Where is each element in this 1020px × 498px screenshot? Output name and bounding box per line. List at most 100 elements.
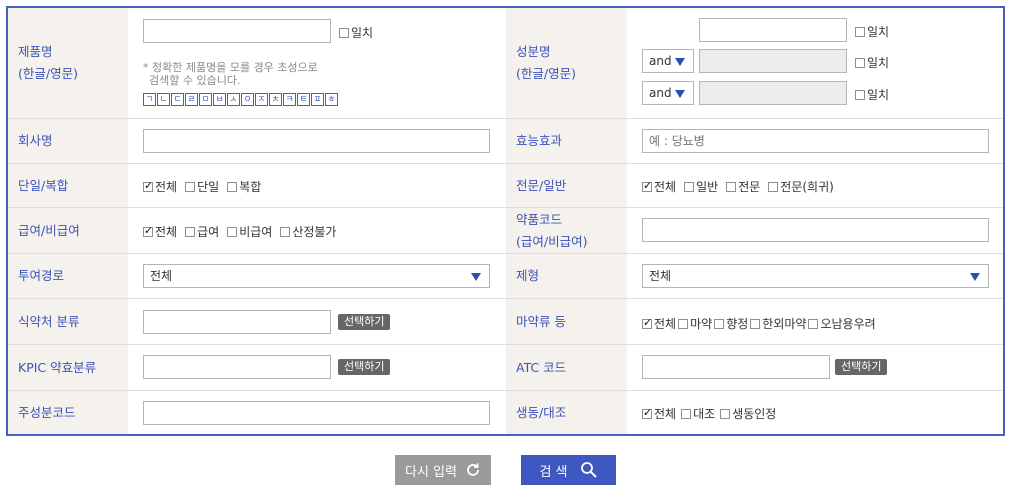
single-combo-opts-checkbox[interactable]: 전체 xyxy=(143,178,177,195)
bioequiv-opts-checkbox[interactable]: 전체 xyxy=(642,405,676,422)
checkbox-label: 향정 xyxy=(726,317,749,331)
narcotic-opts-checkbox[interactable]: 마약 xyxy=(678,315,712,332)
kpic-class-input[interactable] xyxy=(143,355,331,379)
checkbox-icon xyxy=(227,181,238,192)
bioequiv-opts-checkbox[interactable]: 대조 xyxy=(681,405,715,422)
ingredient-operator-select-3[interactable]: and xyxy=(642,81,694,105)
consonant-button[interactable]: ㅍ xyxy=(311,93,324,106)
atc-code-input[interactable] xyxy=(642,355,830,379)
search-label: 검 색 xyxy=(539,464,568,480)
ingredient-input-3[interactable] xyxy=(699,81,847,105)
reset-button[interactable]: 다시 입력 xyxy=(395,455,491,485)
coverage-options: 전체 급여 비급여 산정불가 xyxy=(143,223,344,240)
prof-general-opts-checkbox[interactable]: 전문 xyxy=(726,178,760,195)
ingredient-input-2[interactable] xyxy=(699,49,847,73)
consonant-button[interactable]: ㅋ xyxy=(283,93,296,106)
product-name-input[interactable] xyxy=(143,19,331,43)
narcotic-opts-checkbox[interactable]: 향정 xyxy=(714,315,748,332)
route-select[interactable]: 전체 xyxy=(143,264,490,288)
mfds-class-input[interactable] xyxy=(143,310,331,334)
row-kpic-atc: KPIC 약효분류 선택하기 ATC 코드 선택하기 xyxy=(8,345,1003,391)
checkbox-label: 오남용우려 xyxy=(820,317,876,331)
kpic-pick-button[interactable]: 선택하기 xyxy=(338,359,391,375)
single-combo-opts-checkbox[interactable]: 단일 xyxy=(185,178,219,195)
row-main-bioequiv: 주성분코드 생동/대조 전체 대조 생동인정 xyxy=(8,391,1003,434)
label-drug-code: 약품코드 (급여/비급여) xyxy=(506,208,627,253)
ingredient-exact-checkbox-2[interactable]: 일치 xyxy=(855,54,889,71)
search-button[interactable]: 검 색 xyxy=(521,455,616,485)
checkbox-icon xyxy=(808,318,819,329)
label-efficacy: 효능효과 xyxy=(506,119,627,163)
mfds-pick-button[interactable]: 선택하기 xyxy=(338,314,391,330)
label-route: 투여경로 xyxy=(8,254,128,298)
consonant-button[interactable]: ㅁ xyxy=(199,93,212,106)
label-narcotic: 마약류 등 xyxy=(506,299,627,344)
prof-general-options: 전체 일반 전문 전문(희귀) xyxy=(642,178,842,195)
consonant-button[interactable]: ㄴ xyxy=(157,93,170,106)
checkbox-icon xyxy=(280,226,291,237)
product-exact-checkbox[interactable]: 일치 xyxy=(339,24,373,41)
checkbox-label: 생동인정 xyxy=(732,407,777,421)
consonant-button[interactable]: ㅂ xyxy=(213,93,226,106)
row-single-prof: 단일/복합 전체 단일 복합 전문/일반 전체 일반 전문 전문(희귀) xyxy=(8,164,1003,208)
checkbox-label: 산정불가 xyxy=(292,225,337,239)
bioequiv-options: 전체 대조 생동인정 xyxy=(642,405,781,422)
refresh-icon xyxy=(465,462,481,478)
search-icon xyxy=(580,461,598,479)
drug-code-input[interactable] xyxy=(642,218,989,242)
label-main-ingredient-code: 주성분코드 xyxy=(8,391,128,434)
checkbox-label: 전체 xyxy=(155,180,178,194)
single-combo-opts-checkbox[interactable]: 복합 xyxy=(227,178,261,195)
label-atc: ATC 코드 xyxy=(506,345,627,390)
form-select[interactable]: 전체 xyxy=(642,264,989,288)
checkbox-label: 단일 xyxy=(197,180,220,194)
checkbox-label: 전체 xyxy=(654,180,677,194)
row-product-ingredient: 제품명 (한글/영문) 일치 * 정확한 제품명을 모를 경우 초성으로 검색할… xyxy=(8,8,1003,119)
narcotic-opts-checkbox[interactable]: 전체 xyxy=(642,315,676,332)
narcotic-opts-checkbox[interactable]: 오남용우려 xyxy=(808,315,876,332)
checkbox-icon xyxy=(185,181,196,192)
consonant-button[interactable]: ㄱ xyxy=(143,93,156,106)
consonant-button[interactable]: ㅌ xyxy=(297,93,310,106)
main-ingredient-code-input[interactable] xyxy=(143,401,490,425)
search-form: 제품명 (한글/영문) 일치 * 정확한 제품명을 모를 경우 초성으로 검색할… xyxy=(6,6,1005,436)
prof-general-opts-checkbox[interactable]: 일반 xyxy=(684,178,718,195)
checkbox-label: 비급여 xyxy=(239,225,273,239)
checkbox-label: 한외마약 xyxy=(762,317,807,331)
coverage-opts-checkbox[interactable]: 비급여 xyxy=(227,223,272,240)
bioequiv-opts-checkbox[interactable]: 생동인정 xyxy=(720,405,776,422)
ingredient-exact-checkbox-1[interactable]: 일치 xyxy=(855,23,889,40)
label-form: 제형 xyxy=(506,254,627,298)
checkbox-icon xyxy=(726,181,737,192)
checkbox-checked-icon xyxy=(642,179,652,192)
chevron-down-icon xyxy=(471,273,481,281)
narcotic-opts-checkbox[interactable]: 한외마약 xyxy=(750,315,806,332)
consonant-button[interactable]: ㅎ xyxy=(325,93,338,106)
coverage-opts-checkbox[interactable]: 급여 xyxy=(185,223,219,240)
checkbox-label: 전체 xyxy=(654,317,677,331)
coverage-opts-checkbox[interactable]: 전체 xyxy=(143,223,177,240)
prof-general-opts-checkbox[interactable]: 전문(희귀) xyxy=(768,178,834,195)
consonant-button[interactable]: ㄷ xyxy=(171,93,184,106)
efficacy-input[interactable] xyxy=(642,129,989,153)
checkbox-checked-icon xyxy=(143,179,153,192)
label-mfds-class: 식약처 분류 xyxy=(8,299,128,344)
label-prof-general: 전문/일반 xyxy=(506,164,627,207)
checkbox-icon xyxy=(720,408,731,419)
consonant-button[interactable]: ㅇ xyxy=(241,93,254,106)
checkbox-icon xyxy=(185,226,196,237)
ingredient-input-1[interactable] xyxy=(699,18,847,42)
coverage-opts-checkbox[interactable]: 산정불가 xyxy=(280,223,336,240)
consonant-button[interactable]: ㄹ xyxy=(185,93,198,106)
consonant-button[interactable]: ㅈ xyxy=(255,93,268,106)
atc-pick-button[interactable]: 선택하기 xyxy=(835,359,888,375)
checkbox-label: 전체 xyxy=(654,407,677,421)
consonant-button[interactable]: ㅅ xyxy=(227,93,240,106)
consonant-button[interactable]: ㅊ xyxy=(269,93,282,106)
ingredient-exact-checkbox-3[interactable]: 일치 xyxy=(855,86,889,103)
company-input[interactable] xyxy=(143,129,490,153)
row-company-efficacy: 회사명 효능효과 xyxy=(8,119,1003,164)
ingredient-operator-select-2[interactable]: and xyxy=(642,49,694,73)
prof-general-opts-checkbox[interactable]: 전체 xyxy=(642,178,676,195)
checkbox-checked-icon xyxy=(642,316,652,329)
